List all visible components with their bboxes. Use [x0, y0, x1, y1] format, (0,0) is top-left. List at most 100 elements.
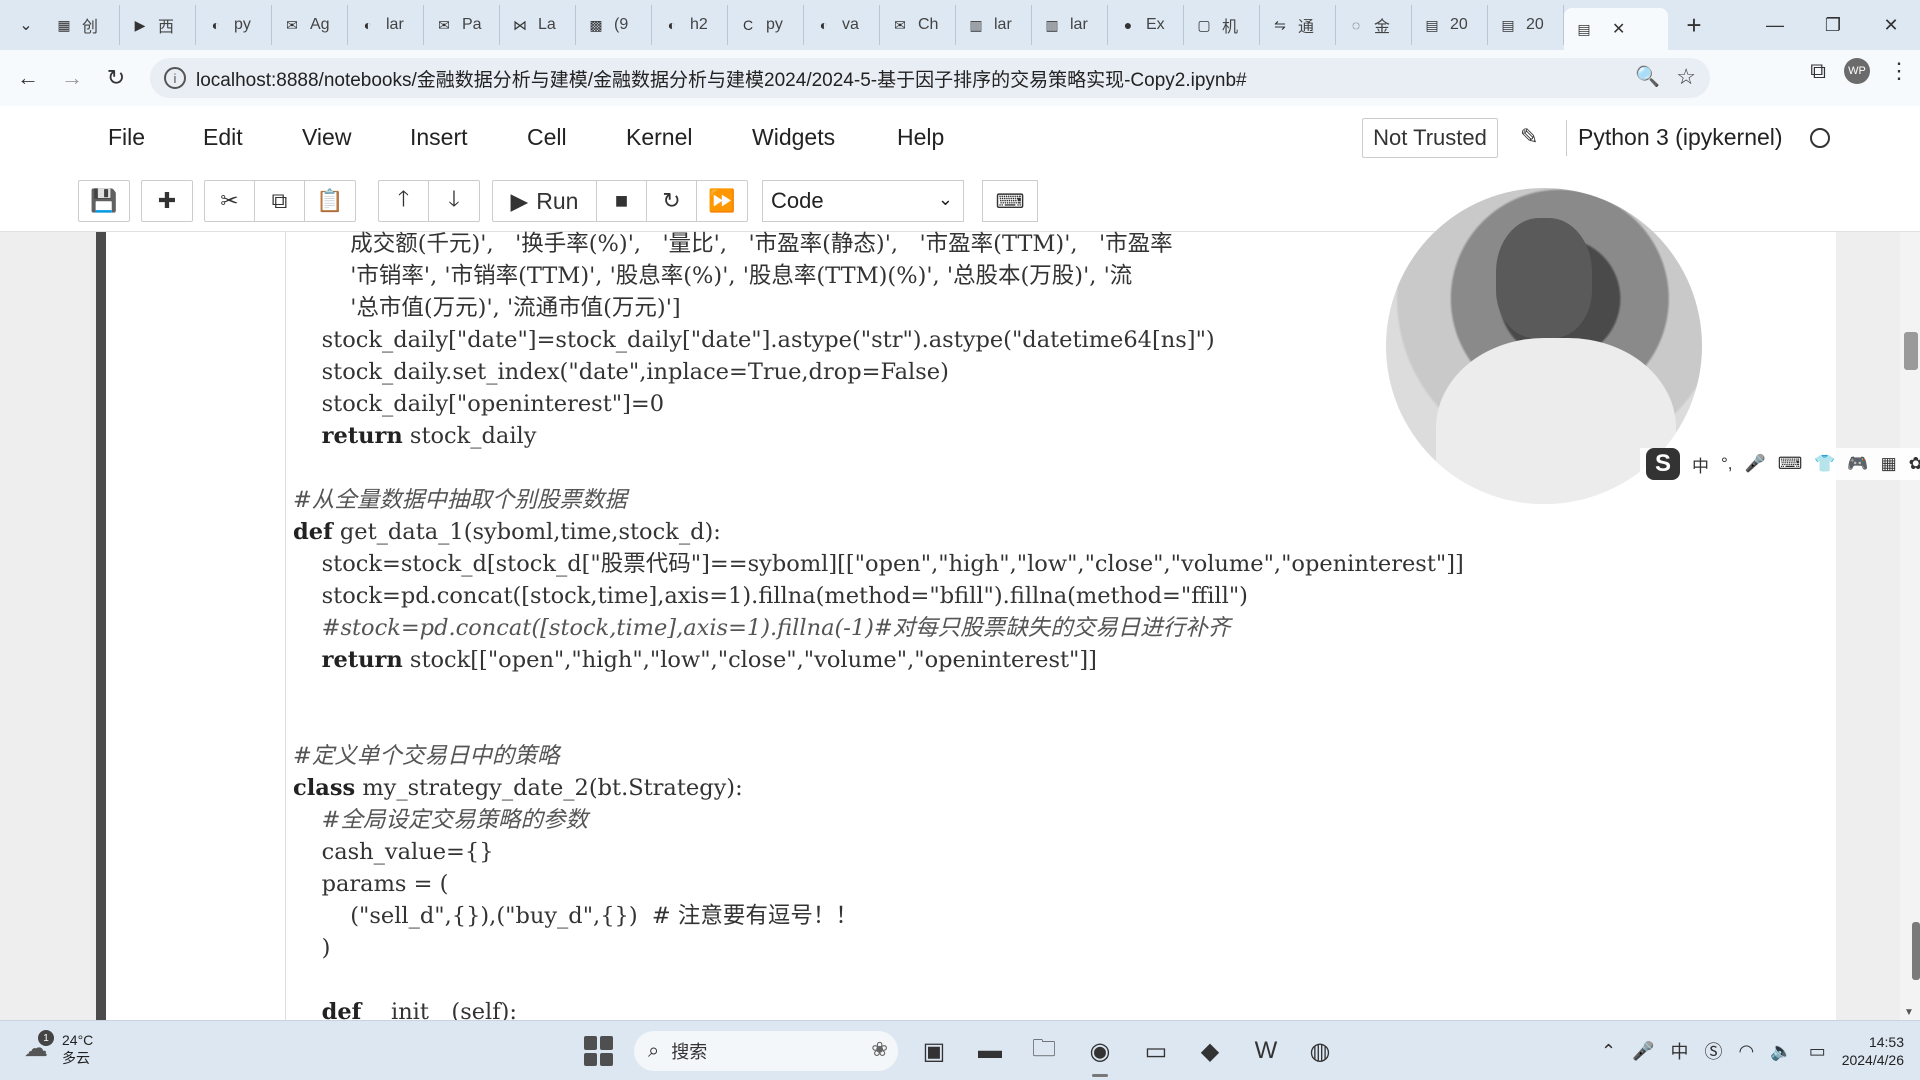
volume-icon[interactable]: 🔈 [1770, 1041, 1792, 1062]
tray-mic-icon[interactable]: 🎤 [1632, 1041, 1654, 1062]
browser-tab[interactable]: ⋈ La [500, 5, 576, 45]
ime-punctuation-icon[interactable]: °, [1721, 454, 1733, 474]
ime-apps-icon[interactable]: ▦ [1881, 454, 1897, 474]
battery-icon[interactable]: ▭ [1809, 1041, 1826, 1062]
reload-icon[interactable]: ↻ [94, 56, 138, 100]
interrupt-icon[interactable]: ■ [597, 181, 647, 221]
file-explorer-icon[interactable]: ▬ [974, 1035, 1006, 1067]
sogou-logo-icon[interactable]: S [1646, 448, 1680, 480]
terminal-icon[interactable]: ▭ [1140, 1035, 1172, 1067]
cut-icon[interactable]: ✂ [205, 181, 255, 221]
clock[interactable]: 14:53 2024/4/26 [1842, 1033, 1904, 1069]
ime-mic-icon[interactable]: 🎤 [1745, 454, 1766, 474]
browser-tab[interactable]: ◌ 金 [1336, 5, 1412, 45]
run-label: Run [536, 187, 579, 214]
browser-tab[interactable]: ✉ Ag [272, 5, 348, 45]
browser-tab[interactable]: ✉ Pa [424, 5, 500, 45]
save-icon[interactable]: 💾 [79, 181, 129, 221]
move-up-icon[interactable]: 🡑 [379, 181, 429, 221]
paste-icon[interactable]: 📋 [305, 181, 355, 221]
code-line: stock_daily.set_index("date",inplace=Tru… [293, 359, 949, 385]
taskbar-search[interactable]: ⌕ 搜索 ❀ [634, 1031, 898, 1071]
vertical-scrollbar[interactable]: ▼ [1900, 232, 1920, 1020]
close-window-icon[interactable]: ✕ [1862, 0, 1920, 50]
browser-tab-active[interactable]: ▤ ✕ [1564, 8, 1668, 50]
zoom-icon[interactable]: 🔍 [1635, 64, 1660, 89]
folder-icon[interactable]: 🗀 [1028, 1035, 1060, 1067]
tray-chevron-up-icon[interactable]: ⌃ [1601, 1041, 1616, 1062]
browser-tab[interactable]: Cpy [728, 5, 804, 45]
wifi-icon[interactable]: ◠ [1739, 1041, 1755, 1062]
clock-time: 14:53 [1868, 1034, 1904, 1050]
browser-menu-icon[interactable]: ⋮ [1888, 58, 1910, 84]
code-line: stock=pd.concat([stock,time],axis=1).fil… [293, 583, 1248, 609]
bookmark-star-icon[interactable]: ☆ [1676, 64, 1696, 90]
browser-tab[interactable]: ⇋ 通 [1260, 5, 1336, 45]
restore-icon[interactable]: ❐ [1804, 0, 1862, 50]
tray-sogou-icon[interactable]: Ⓢ [1705, 1038, 1723, 1064]
url-field[interactable]: i localhost:8888/notebooks/金融数据分析与建模/金融数… [150, 58, 1710, 98]
scroll-down-arrow-icon[interactable]: ▼ [1904, 1007, 1914, 1018]
scrollbar-thumb[interactable] [1904, 332, 1918, 370]
insert-cell-icon[interactable]: ✚ [142, 181, 192, 221]
profile-avatar[interactable]: WP [1844, 58, 1870, 84]
keyboard-shortcuts-icon[interactable]: ⌨ [982, 180, 1038, 222]
save-group: 💾 [78, 180, 130, 222]
run-button[interactable]: ▶ Run [493, 181, 597, 221]
ime-settings-icon[interactable]: ✿ [1909, 454, 1920, 474]
browser-tab[interactable]: ◐ va [804, 5, 880, 45]
browser-tab[interactable]: ▢ 机 [1184, 5, 1260, 45]
weather-widget[interactable]: ☁ 1 24°C 多云 [24, 1030, 93, 1067]
browser-tab[interactable]: ▤ 20 [1412, 5, 1488, 45]
browser-tab[interactable]: ▥ lar [1032, 5, 1108, 45]
recorder-icon[interactable]: ◍ [1304, 1035, 1336, 1067]
start-button[interactable] [584, 1036, 614, 1066]
ime-lang-toggle[interactable]: 中 [1692, 452, 1709, 477]
menu-insert[interactable]: Insert [410, 124, 468, 151]
menu-kernel[interactable]: Kernel [626, 124, 692, 151]
browser-tab[interactable]: ◐ py [196, 5, 272, 45]
close-tab-icon[interactable]: ✕ [1612, 19, 1625, 39]
minimize-icon[interactable]: — [1746, 0, 1804, 50]
tray-ime-icon[interactable]: 中 [1671, 1038, 1689, 1064]
restart-run-all-icon[interactable]: ⏩ [697, 181, 747, 221]
browser-tab[interactable]: ▤ 20 [1488, 5, 1564, 45]
browser-tab[interactable]: ▥ lar [956, 5, 1032, 45]
menu-help[interactable]: Help [897, 124, 944, 151]
trust-status-button[interactable]: Not Trusted [1362, 118, 1498, 158]
page-scrollbar-thumb[interactable] [1912, 922, 1920, 980]
tab-search-chevron-icon[interactable]: ⌄ [8, 7, 44, 43]
edit-pencil-icon[interactable]: ✎ [1520, 124, 1538, 150]
mail-icon: ✉ [438, 16, 450, 33]
back-icon[interactable]: ← [6, 56, 50, 100]
menu-widgets[interactable]: Widgets [752, 124, 835, 151]
new-tab-button[interactable]: + [1674, 10, 1714, 41]
browser-tab[interactable]: ◐ lar [348, 5, 424, 45]
menu-cell[interactable]: Cell [527, 124, 567, 151]
cell-type-select[interactable]: Code ⌄ [762, 180, 964, 222]
kernel-name[interactable]: Python 3 (ipykernel) [1578, 124, 1783, 151]
tab-label: (9 [614, 16, 629, 33]
move-down-icon[interactable]: 🡓 [429, 181, 479, 221]
copy-icon[interactable]: ⧉ [255, 181, 305, 221]
ime-skin-icon[interactable]: 👕 [1814, 454, 1835, 474]
extensions-icon[interactable]: ⧉ [1810, 58, 1826, 84]
menu-file[interactable]: File [108, 124, 145, 151]
forward-icon[interactable]: → [50, 56, 94, 100]
site-info-icon[interactable]: i [164, 67, 186, 89]
browser-tab[interactable]: ▦ 创 [44, 5, 120, 45]
app-diamond-icon[interactable]: ◆ [1194, 1035, 1226, 1067]
browser-tab[interactable]: ▩ (9 [576, 5, 652, 45]
browser-tab[interactable]: ✉ Ch [880, 5, 956, 45]
ime-game-icon[interactable]: 🎮 [1847, 454, 1868, 474]
browser-tab[interactable]: ◐ h2 [652, 5, 728, 45]
menu-edit[interactable]: Edit [203, 124, 243, 151]
menu-view[interactable]: View [302, 124, 351, 151]
chrome-icon[interactable]: ◉ [1084, 1035, 1116, 1077]
browser-tab[interactable]: ● Ex [1108, 5, 1184, 45]
restart-icon[interactable]: ↻ [647, 181, 697, 221]
ime-keyboard-icon[interactable]: ⌨ [1778, 454, 1803, 474]
wps-icon[interactable]: W [1250, 1035, 1282, 1067]
browser-tab[interactable]: ▶ 西 [120, 5, 196, 45]
task-view-icon[interactable]: ▣ [918, 1035, 950, 1067]
